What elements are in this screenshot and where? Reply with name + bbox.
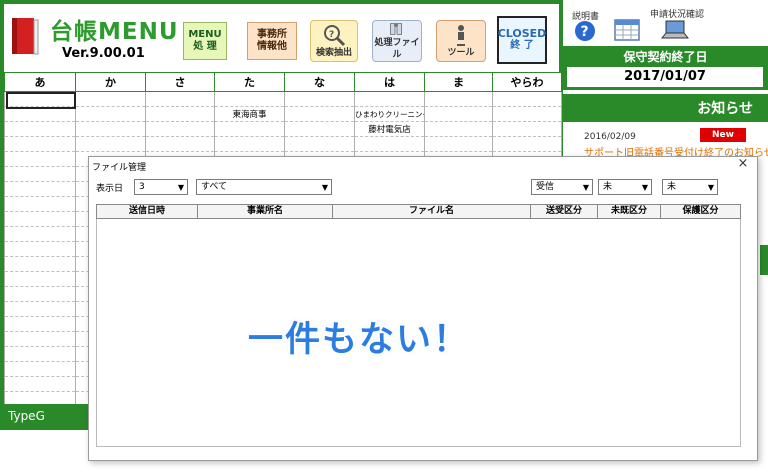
chevron-down-icon: ▼ <box>321 183 328 192</box>
search-button-label: 検索抽出 <box>315 48 352 58</box>
grid-header-na[interactable]: な <box>284 72 355 92</box>
grid-cell-himawari[interactable]: ひまわりクリーニング <box>354 106 425 122</box>
grid-header-ta[interactable]: た <box>214 72 285 92</box>
right-panel-accent <box>760 245 768 275</box>
selected-cell-cursor <box>6 92 76 109</box>
tool-button[interactable]: ツール <box>436 20 486 62</box>
grid-header-a[interactable]: あ <box>4 72 76 92</box>
ledger-book-icon <box>12 18 39 55</box>
closed-button-label: CLOSED <box>497 27 547 40</box>
grid-cell-fujimura[interactable]: 藤村電気店 <box>354 121 425 137</box>
display-day-label: 表示日 <box>96 184 124 194</box>
menu-process-button[interactable]: MENU 処 理 <box>183 22 227 60</box>
app-version: Ver.9.00.01 <box>62 46 145 61</box>
read-status-select[interactable]: 未 ▼ <box>598 179 652 195</box>
menu-button-label-1: MENU <box>188 29 222 40</box>
column-sent-datetime[interactable]: 送信日時 <box>97 205 198 218</box>
menu-button-label-2: 処 理 <box>193 41 217 52</box>
file-process-icon <box>389 23 402 35</box>
send-receive-value: 受信 <box>536 182 555 192</box>
app-title: 台帳MENU <box>50 19 179 45</box>
grid-row <box>4 136 562 152</box>
chevron-down-icon: ▼ <box>707 183 714 192</box>
process-button-label: 処理ファイル <box>374 38 420 60</box>
send-receive-select[interactable]: 受信 ▼ <box>531 179 593 195</box>
column-read-status[interactable]: 未既区分 <box>598 205 661 218</box>
chevron-down-icon: ▼ <box>177 183 184 192</box>
office-button-label-1: 事務所 <box>257 29 287 40</box>
office-info-button[interactable]: 事務所 情報他 <box>247 22 297 60</box>
column-send-receive[interactable]: 送受区分 <box>531 205 598 218</box>
grid-header-ka[interactable]: か <box>75 72 146 92</box>
news-date: 2016/02/09 <box>584 132 636 142</box>
column-file-name[interactable]: ファイル名 <box>333 205 531 218</box>
chevron-down-icon: ▼ <box>641 183 648 192</box>
display-days-value: 3 <box>139 182 145 192</box>
grid-row: 東海商事 ひまわりクリーニング <box>4 106 562 122</box>
grid-row: 藤村電気店 <box>4 121 562 137</box>
process-file-button[interactable]: 処理ファイル <box>372 20 422 62</box>
grid-header-sa[interactable]: さ <box>145 72 215 92</box>
new-badge: New <box>700 128 746 142</box>
dialog-title: ファイル管理 <box>92 163 147 173</box>
contract-title: 保守契約終了日 <box>623 50 708 64</box>
grid-header-yarawa[interactable]: やらわ <box>492 72 562 92</box>
closed-exit-button[interactable]: CLOSED 終 了 <box>497 16 547 64</box>
column-office-name[interactable]: 事業所名 <box>198 205 333 218</box>
tool-figure-icon <box>457 25 465 46</box>
column-protection-status[interactable]: 保護区分 <box>661 205 740 218</box>
grid-header-ha[interactable]: は <box>354 72 425 92</box>
office-filter-value: すべて <box>201 182 228 192</box>
laptop-icon[interactable] <box>660 18 690 42</box>
close-icon[interactable]: × <box>736 157 750 171</box>
protection-status-value: 未 <box>667 182 677 192</box>
contract-end-date: 2017/01/07 <box>567 67 763 87</box>
type-label: TypeG <box>0 404 90 430</box>
chevron-down-icon: ▼ <box>582 183 589 192</box>
tool-button-label: ツール <box>447 48 475 58</box>
read-status-value: 未 <box>603 182 613 192</box>
file-table-header: 送信日時 事業所名 ファイル名 送受区分 未既区分 保護区分 <box>96 204 741 219</box>
grid-row <box>4 91 562 107</box>
grid-cell-tokai[interactable]: 東海商事 <box>214 106 285 122</box>
grid-header-ma[interactable]: ま <box>424 72 493 92</box>
office-filter-select[interactable]: すべて ▼ <box>196 179 332 195</box>
display-days-select[interactable]: 3 ▼ <box>134 179 188 195</box>
magnifier-icon: ? <box>324 25 346 47</box>
exit-button-label: 終 了 <box>510 40 534 51</box>
svg-text:?: ? <box>581 24 589 40</box>
empty-message: 一件もない！ <box>248 320 471 360</box>
search-extract-button[interactable]: ? 検索抽出 <box>310 20 358 62</box>
protection-status-select[interactable]: 未 ▼ <box>662 179 718 195</box>
office-button-label-2: 情報他 <box>257 41 287 52</box>
grid-header-row: あ か さ た な は ま やらわ <box>4 72 562 92</box>
news-title: お知らせ <box>697 101 753 117</box>
svg-text:?: ? <box>329 30 334 40</box>
help-icon[interactable]: ? <box>574 20 596 42</box>
calendar-icon[interactable] <box>612 16 642 44</box>
